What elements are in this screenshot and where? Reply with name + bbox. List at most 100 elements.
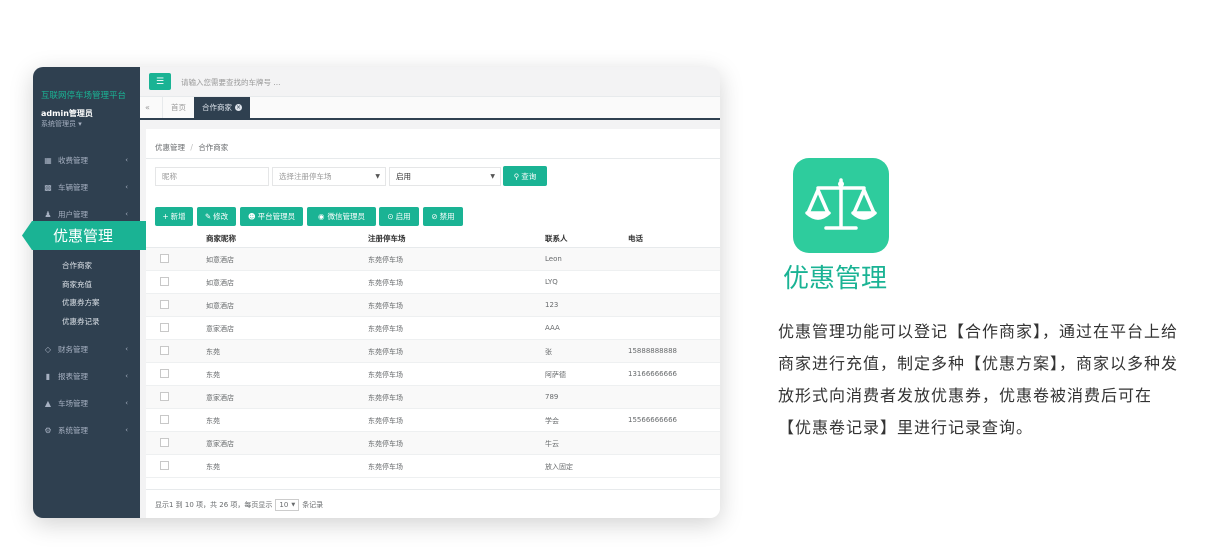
main-content: ☰ 请输入您需要查找的车牌号 ... « 首页 合作商家 × 优惠管理 / 合作: [140, 67, 720, 518]
plus-icon: +: [162, 212, 169, 221]
tab-merchants[interactable]: 合作商家 ×: [194, 97, 250, 118]
parking-lot-cell: 东苑停车场: [368, 394, 403, 402]
disable-button[interactable]: ⊘ 禁用: [423, 207, 463, 226]
nickname-input[interactable]: 昵称: [155, 167, 269, 186]
wechat-admin-label: 微信管理员: [327, 212, 366, 221]
row-checkbox[interactable]: [160, 392, 169, 401]
column-header-contact[interactable]: 联系人: [545, 233, 568, 244]
tab-bar: « 首页 合作商家 ×: [140, 97, 720, 120]
wechat-icon: ◉: [317, 212, 325, 221]
pagination-suffix: 条记录: [302, 501, 324, 509]
contact-cell: Leon: [545, 255, 562, 263]
disable-button-label: 禁用: [439, 212, 455, 221]
close-tab-icon[interactable]: ×: [235, 104, 242, 111]
balance-scale-icon: [805, 178, 877, 230]
table-row[interactable]: 东苑 东苑停车场 阿萨德 13166666666: [146, 363, 720, 386]
sidebar-item-label: 车辆管理: [58, 182, 88, 192]
user-icon: ☻: [247, 212, 256, 221]
users-icon: ♟: [44, 209, 52, 219]
sidebar-item-parking-lots[interactable]: ▲ 车场管理 ‹: [33, 392, 140, 414]
contact-cell: 牛云: [545, 440, 559, 448]
row-checkbox[interactable]: [160, 300, 169, 309]
parking-lot-cell: 东苑停车场: [368, 302, 403, 310]
edit-button[interactable]: ✎ 修改: [197, 207, 236, 226]
caret-down-icon: ▼: [291, 502, 296, 508]
divider: [146, 489, 720, 490]
ban-icon: ⊘: [431, 212, 438, 221]
search-button-label: 查询: [521, 171, 537, 181]
parking-lot-cell: 东苑停车场: [368, 417, 403, 425]
table-row[interactable]: 如意酒店 东苑停车场 LYQ: [146, 271, 720, 294]
merchant-cell: 东苑: [206, 417, 220, 425]
sidebar-item-finance[interactable]: ◇ 财务管理 ‹: [33, 338, 140, 360]
parking-lot-cell: 东苑停车场: [368, 348, 403, 356]
breadcrumb-separator: /: [190, 143, 193, 152]
sidebar-item-label: 收费管理: [58, 155, 88, 165]
table-row[interactable]: 意家酒店 东苑停车场 AAA: [146, 317, 720, 340]
column-header-merchant[interactable]: 商家昵称: [206, 233, 236, 244]
page-size-select[interactable]: 10 ▼: [275, 499, 300, 511]
search-button[interactable]: ⚲ 查询: [503, 166, 547, 186]
merchant-cell: 如意酒店: [206, 279, 234, 287]
sidebar-item-reports[interactable]: ▮ 报表管理 ‹: [33, 365, 140, 387]
feature-description: 优惠管理功能可以登记【合作商家】，通过在平台上给商家进行充值，制定多种【优惠方案…: [778, 322, 1179, 437]
app-window: 互联网停车场管理平台 admin管理员 系统管理员 ▾ ▦ 收费管理 ‹ ▩ 车…: [33, 67, 720, 518]
column-header-parking-lot[interactable]: 注册停车场: [368, 233, 406, 244]
table-row[interactable]: 意家酒店 东苑停车场 789: [146, 386, 720, 409]
diamond-icon: ◇: [44, 344, 52, 354]
platform-admin-button[interactable]: ☻ 平台管理员: [240, 207, 303, 226]
table-row[interactable]: 东苑 东苑停车场 学会 15566666666: [146, 409, 720, 432]
add-button[interactable]: + 新增: [155, 207, 193, 226]
sidebar-item-vehicles[interactable]: ▩ 车辆管理 ‹: [33, 176, 140, 198]
sidebar-subitem-recharge[interactable]: 商家充值: [62, 279, 92, 290]
caret-down-icon: ▼: [490, 173, 495, 180]
table-row[interactable]: 东苑 东苑停车场 放入固定: [146, 455, 720, 478]
sidebar-subitem-merchants[interactable]: 合作商家: [62, 260, 92, 271]
sidebar-item-label: 报表管理: [58, 371, 88, 381]
row-checkbox[interactable]: [160, 323, 169, 332]
column-header-phone[interactable]: 电话: [628, 233, 643, 244]
parking-lot-cell: 东苑停车场: [368, 325, 403, 333]
sidebar-item-fees[interactable]: ▦ 收费管理 ‹: [33, 149, 140, 171]
sidebar-subitem-coupon-records[interactable]: 优惠券记录: [62, 316, 100, 327]
contact-cell: AAA: [545, 324, 560, 332]
admin-role-dropdown[interactable]: 系统管理员 ▾: [41, 119, 82, 129]
row-checkbox[interactable]: [160, 346, 169, 355]
enable-button[interactable]: ⊙ 启用: [379, 207, 419, 226]
status-select[interactable]: 启用 ▼: [389, 167, 501, 186]
table-row[interactable]: 意家酒店 东苑停车场 牛云: [146, 432, 720, 455]
table-row[interactable]: 如意酒店 东苑停车场 123: [146, 294, 720, 317]
phone-cell: 13166666666: [628, 370, 677, 378]
status-value: 启用: [396, 172, 411, 181]
row-checkbox[interactable]: [160, 254, 169, 263]
parking-lot-cell: 东苑停车场: [368, 440, 403, 448]
merchant-cell: 东苑: [206, 463, 220, 471]
breadcrumb-current: 合作商家: [198, 143, 229, 152]
tab-home[interactable]: 首页: [162, 97, 195, 118]
feature-title: 优惠管理: [783, 264, 888, 294]
tab-scroll-left-icon[interactable]: «: [145, 103, 150, 112]
parking-lot-cell: 东苑停车场: [368, 463, 403, 471]
plate-search-input[interactable]: 请输入您需要查找的车牌号 ...: [181, 77, 281, 88]
row-checkbox[interactable]: [160, 415, 169, 424]
row-checkbox[interactable]: [160, 461, 169, 470]
feature-logo: [793, 158, 889, 253]
row-checkbox[interactable]: [160, 438, 169, 447]
road-icon: ▲: [44, 398, 52, 408]
chevron-left-icon: ‹: [125, 426, 128, 434]
sidebar-item-system[interactable]: ⚙ 系统管理 ‹: [33, 419, 140, 441]
row-checkbox[interactable]: [160, 277, 169, 286]
contact-cell: 学会: [545, 417, 559, 425]
menu-toggle-button[interactable]: ☰: [149, 73, 171, 90]
sidebar-subitem-coupon-plans[interactable]: 优惠券方案: [62, 297, 100, 308]
page-size-value: 10: [279, 501, 289, 509]
table-row[interactable]: 如意酒店 东苑停车场 Leon: [146, 248, 720, 271]
wechat-admin-button[interactable]: ◉ 微信管理员: [307, 207, 376, 226]
breadcrumb: 优惠管理 / 合作商家: [155, 142, 228, 153]
row-checkbox[interactable]: [160, 369, 169, 378]
sidebar-item-promotions-active[interactable]: 优惠管理: [22, 221, 146, 250]
table-row[interactable]: 东苑 东苑停车场 张 15888888888: [146, 340, 720, 363]
merchant-cell: 意家酒店: [206, 394, 234, 402]
breadcrumb-parent[interactable]: 优惠管理: [155, 143, 185, 152]
parking-lot-select[interactable]: 选择注册停车场 ▼: [272, 167, 386, 186]
